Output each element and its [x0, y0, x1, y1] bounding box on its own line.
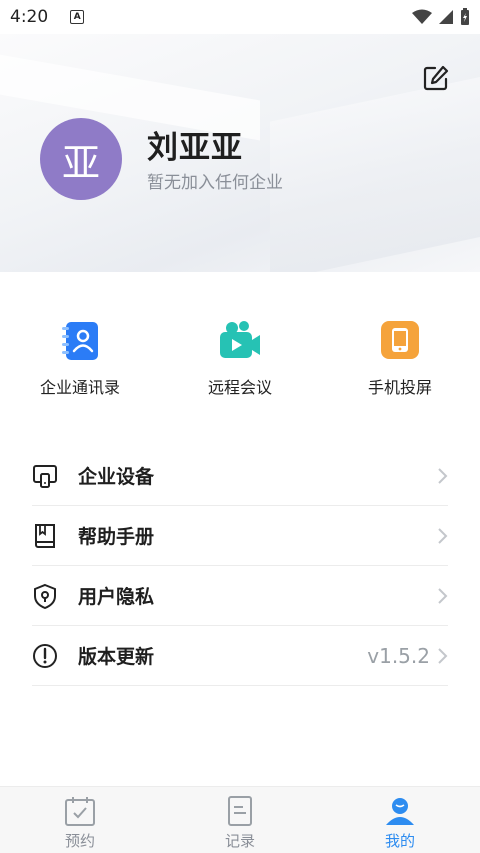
bottom-tab-bar: 预约 记录 我的: [0, 786, 480, 853]
user-enterprise-status: 暂无加入任何企业: [147, 173, 283, 193]
menu-item-label: 帮助手册: [78, 526, 155, 548]
quick-action-label: 企业通讯录: [39, 378, 120, 397]
menu-item-label: 版本更新: [78, 646, 155, 668]
menu-item-privacy[interactable]: 用户隐私: [32, 566, 448, 626]
quick-action-contacts[interactable]: 企业通讯录: [10, 318, 150, 398]
tab-appointments[interactable]: 预约: [0, 787, 160, 853]
battery-icon: [461, 8, 469, 25]
tab-label: 我的: [384, 832, 415, 850]
shield-icon: [34, 583, 56, 609]
status-bar: 4:20 A: [0, 0, 480, 34]
edit-icon[interactable]: [422, 64, 450, 92]
contacts-book-icon: [62, 322, 98, 360]
quick-action-label: 远程会议: [207, 378, 272, 397]
signal-icon: [439, 10, 453, 24]
status-icons: [412, 8, 470, 26]
video-camera-icon: [220, 321, 260, 358]
quick-action-cast[interactable]: 手机投屏: [330, 318, 470, 398]
document-icon: [228, 796, 252, 826]
quick-action-label: 手机投屏: [367, 378, 432, 397]
calendar-check-icon: [65, 797, 95, 826]
book-icon: [35, 523, 55, 548]
menu-item-label: 企业设备: [78, 466, 155, 488]
avatar[interactable]: 亚: [40, 118, 122, 200]
tab-records[interactable]: 记录: [160, 787, 320, 853]
notification-icon: A: [70, 10, 85, 24]
tab-label: 预约: [64, 832, 95, 850]
tab-label: 记录: [224, 832, 255, 850]
device-icon: [33, 464, 57, 488]
chevron-right-icon: [438, 647, 448, 664]
user-icon: [386, 798, 414, 825]
quick-actions: 企业通讯录 远程会议 手机投屏: [0, 318, 480, 398]
status-time: 4:20: [10, 7, 49, 27]
user-name: 刘亚亚: [147, 130, 243, 166]
menu-item-enterprise-devices[interactable]: 企业设备: [32, 446, 448, 506]
tab-mine[interactable]: 我的: [320, 787, 480, 853]
settings-menu: 企业设备 帮助手册 用户隐私 版本更新 v1.5.2: [32, 446, 448, 686]
quick-action-meeting[interactable]: 远程会议: [170, 318, 310, 398]
menu-item-label: 用户隐私: [78, 586, 155, 608]
info-icon: [33, 643, 57, 668]
wifi-icon: [412, 9, 432, 24]
chevron-right-icon: [438, 527, 448, 544]
menu-item-help-manual[interactable]: 帮助手册: [32, 506, 448, 566]
phone-cast-icon: [381, 321, 419, 359]
version-number: v1.5.2: [367, 643, 430, 668]
chevron-right-icon: [438, 587, 448, 604]
menu-item-version-update[interactable]: 版本更新 v1.5.2: [32, 626, 448, 686]
chevron-right-icon: [438, 467, 448, 484]
profile-header: 亚 刘亚亚 暂无加入任何企业: [0, 34, 480, 272]
